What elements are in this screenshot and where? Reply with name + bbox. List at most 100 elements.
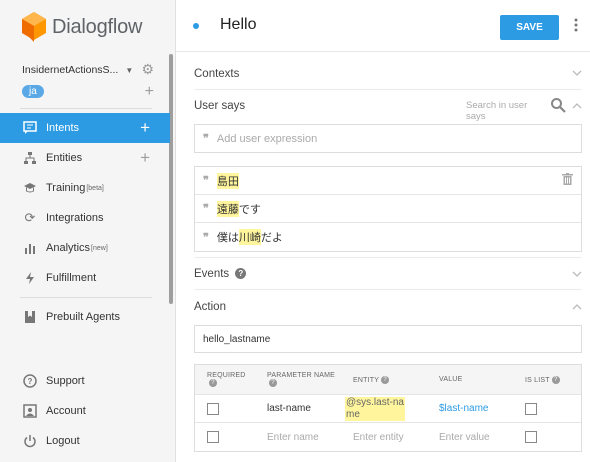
parameter-name-cell[interactable]: last-name xyxy=(255,403,341,414)
action-name-input[interactable]: hello_lastname xyxy=(194,325,582,353)
nav-item-support[interactable]: ? Support xyxy=(0,366,170,396)
add-intent-icon[interactable]: + xyxy=(140,119,150,136)
events-header[interactable]: Events ? xyxy=(194,268,247,280)
agent-name: InsidernetActionsS... xyxy=(22,63,119,76)
lightning-icon xyxy=(22,270,38,286)
nav-item-fulfillment[interactable]: Fulfillment xyxy=(0,263,170,293)
quote-icon: ❞ xyxy=(203,202,209,215)
chevron-down-icon[interactable] xyxy=(572,269,582,280)
table-row: last-name @sys.last-name $last-name xyxy=(195,395,581,423)
add-entity-icon[interactable]: + xyxy=(140,149,150,166)
hierarchy-icon xyxy=(22,150,38,166)
search-icon[interactable] xyxy=(550,97,566,116)
expression-text: だよ xyxy=(260,232,283,244)
sync-icon: ⟳ xyxy=(24,210,36,225)
events-label: Events xyxy=(194,268,230,280)
nav-label: Integrations xyxy=(46,212,104,224)
help-circle-icon: ? xyxy=(22,373,38,389)
user-says-header[interactable]: User says xyxy=(194,100,245,112)
help-icon[interactable]: ? xyxy=(269,379,277,387)
add-expression-field[interactable]: ❞ Add user expression xyxy=(194,124,582,153)
is-list-checkbox[interactable] xyxy=(525,402,537,415)
expression-row[interactable]: ❞ 遠藤 です xyxy=(195,195,581,223)
quote-icon: ❞ xyxy=(203,132,209,145)
divider xyxy=(194,257,582,258)
sidebar: Dialogflow InsidernetActionsS... ▼ ⚙ ja … xyxy=(0,0,176,462)
nav-label: Training xyxy=(46,182,86,194)
parameter-name-input[interactable]: Enter name xyxy=(255,432,341,443)
action-header[interactable]: Action xyxy=(194,301,226,313)
nav-item-integrations[interactable]: ⟳ Integrations xyxy=(0,203,170,233)
nav-item-logout[interactable]: Logout xyxy=(0,426,170,456)
help-icon[interactable]: ? xyxy=(551,375,560,384)
column-header: VALUE xyxy=(439,376,463,383)
chat-icon xyxy=(22,120,38,136)
expression-row[interactable]: ❞ 島田 xyxy=(195,167,581,195)
quote-icon: ❞ xyxy=(203,230,209,244)
nav-item-training[interactable]: Training [beta] xyxy=(0,173,170,203)
graduation-cap-icon xyxy=(22,180,38,196)
user-says-search-input[interactable]: Search in user says xyxy=(466,100,548,122)
trash-icon[interactable] xyxy=(562,173,573,188)
column-header: PARAMETER NAME? xyxy=(267,372,336,387)
table-row: Enter name Enter entity Enter value xyxy=(195,423,581,451)
add-expression-input[interactable]: Add user expression xyxy=(217,133,317,145)
entity-highlight[interactable]: 島田 xyxy=(216,172,239,189)
expression-text: 僕は xyxy=(216,232,239,244)
caret-down-icon: ▼ xyxy=(125,65,134,75)
nav-label: Entities xyxy=(46,152,83,164)
language-badge[interactable]: ja xyxy=(22,85,44,98)
help-icon[interactable]: ? xyxy=(235,268,247,280)
nav-label: Intents xyxy=(46,122,80,134)
beta-tag: [beta] xyxy=(86,184,104,192)
add-language-icon[interactable]: + xyxy=(145,83,154,99)
nav-item-entities[interactable]: Entities + xyxy=(0,143,170,173)
column-header: ENTITY? xyxy=(341,375,427,384)
required-checkbox[interactable] xyxy=(207,402,219,415)
account-box-icon xyxy=(22,403,38,419)
quote-icon: ❞ xyxy=(203,174,209,187)
bookmark-icon xyxy=(22,309,38,325)
help-icon[interactable]: ? xyxy=(209,379,217,387)
entity-cell[interactable]: @sys.last-name xyxy=(345,396,405,421)
svg-text:?: ? xyxy=(28,377,33,386)
chevron-up-icon[interactable] xyxy=(572,302,582,313)
gear-icon[interactable]: ⚙ xyxy=(141,61,154,78)
intent-title[interactable]: Hello xyxy=(220,16,256,34)
more-vert-icon[interactable] xyxy=(574,18,578,32)
contexts-header[interactable]: Contexts xyxy=(194,68,239,80)
entity-highlight[interactable]: 川崎 xyxy=(238,229,261,245)
nav-label: Logout xyxy=(46,435,80,447)
language-row: ja + xyxy=(22,83,154,99)
chevron-down-icon[interactable] xyxy=(572,68,582,79)
intent-header: Hello SAVE xyxy=(176,0,590,52)
new-tag: [new] xyxy=(91,244,108,252)
expression-row[interactable]: ❞ 僕は 川崎 だよ xyxy=(195,223,581,251)
expression-list: ❞ 島田 ❞ 遠藤 です ❞ 僕は 川崎 だよ xyxy=(194,166,582,252)
app-name: Dialogflow xyxy=(52,15,143,38)
column-header: IS LIST? xyxy=(513,375,581,384)
entity-highlight[interactable]: 遠藤 xyxy=(216,200,239,217)
logo[interactable]: Dialogflow xyxy=(22,12,142,42)
bar-chart-icon xyxy=(22,240,38,256)
main-panel: Hello SAVE Contexts User says Search in … xyxy=(176,0,590,462)
required-checkbox[interactable] xyxy=(207,431,219,443)
is-list-checkbox[interactable] xyxy=(525,431,537,443)
power-icon xyxy=(22,433,38,449)
nav-item-intents[interactable]: Intents + xyxy=(0,113,170,143)
value-input[interactable]: Enter value xyxy=(427,432,513,443)
column-header: REQUIRED? xyxy=(207,372,246,387)
nav-label: Fulfillment xyxy=(46,272,97,284)
save-button[interactable]: SAVE xyxy=(500,15,559,40)
agent-selector[interactable]: InsidernetActionsS... ▼ ⚙ xyxy=(22,61,154,78)
help-icon[interactable]: ? xyxy=(381,375,390,384)
chevron-up-icon[interactable] xyxy=(572,101,582,112)
status-dot xyxy=(193,23,199,29)
divider xyxy=(194,289,582,290)
nav-item-prebuilt-agents[interactable]: Prebuilt Agents xyxy=(0,302,170,332)
entity-input[interactable]: Enter entity xyxy=(341,432,427,443)
nav-item-analytics[interactable]: Analytics [new] xyxy=(0,233,170,263)
value-cell[interactable]: $last-name xyxy=(427,403,513,414)
nav-item-account[interactable]: Account xyxy=(0,396,170,426)
nav-label: Support xyxy=(46,375,85,387)
